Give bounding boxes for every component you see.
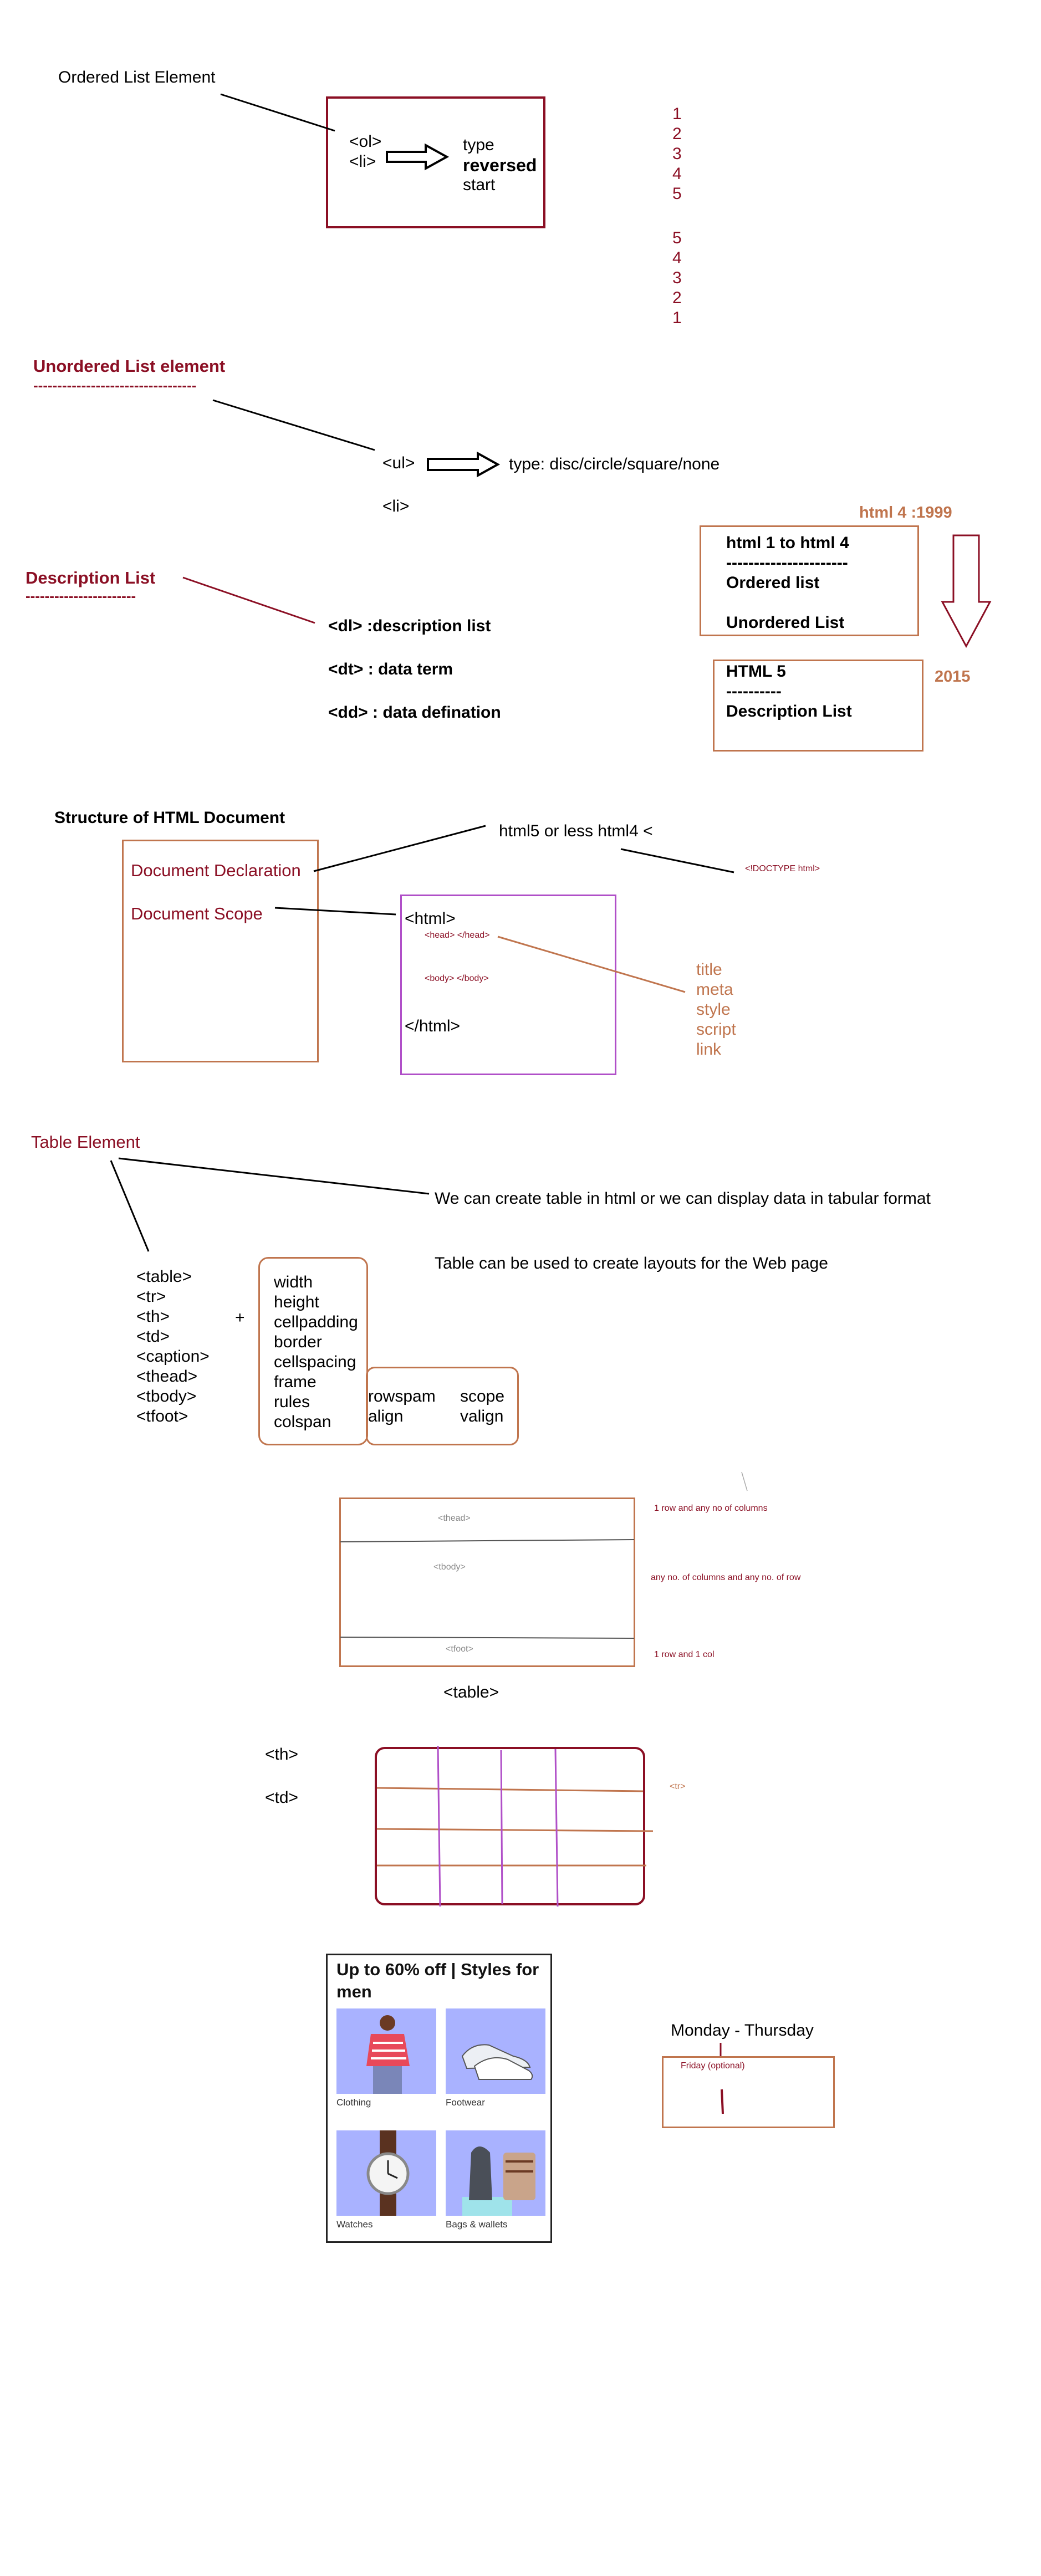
connector-lines [110,93,992,2114]
